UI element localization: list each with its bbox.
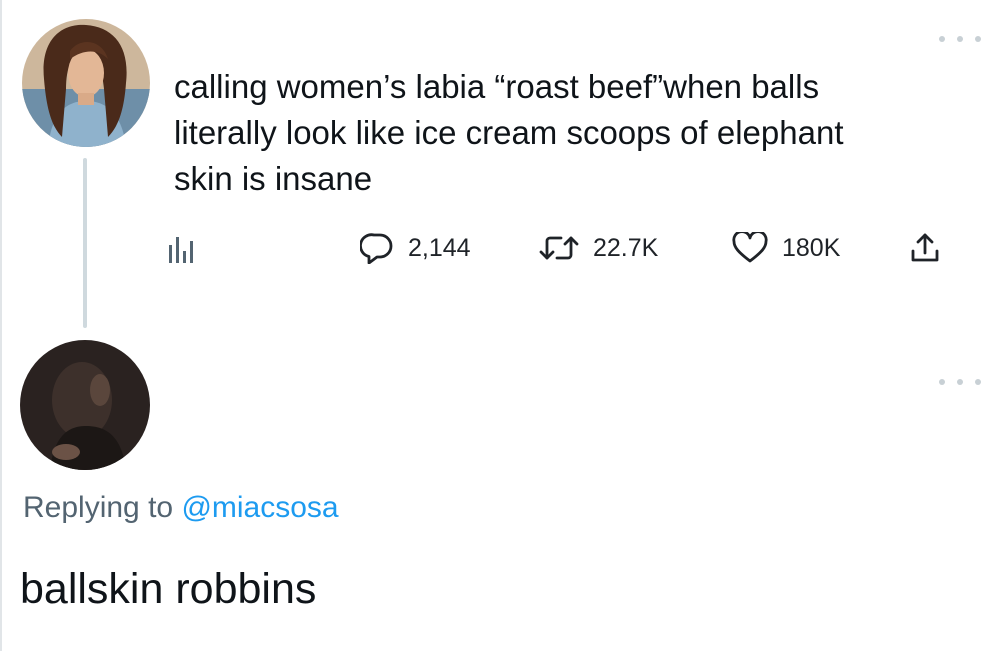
tweet-thread: calling women’s labia “roast beef”when b… [0, 0, 1001, 651]
thread-connector-line [83, 158, 87, 328]
reply-count: 2,144 [408, 233, 471, 262]
retweet-icon [539, 236, 579, 260]
tweet-text: calling women’s labia “roast beef”when b… [174, 68, 844, 197]
edge-divider [0, 0, 2, 651]
replying-prefix: Replying to [23, 491, 174, 524]
like-count: 180K [782, 233, 841, 262]
replying-to-line: Replying to @miacsosa [23, 491, 339, 525]
more-dot [975, 36, 981, 42]
analytics-icon [169, 237, 193, 263]
share-button[interactable] [909, 228, 941, 268]
avatar-photo [20, 340, 150, 470]
more-dot [939, 36, 945, 42]
replying-handle-link[interactable]: @miacsosa [181, 491, 338, 524]
share-icon [911, 233, 939, 262]
more-dot [957, 379, 963, 385]
retweet-count: 22.7K [593, 233, 659, 262]
like-button[interactable]: 180K [732, 228, 840, 268]
retweet-button[interactable]: 22.7K [539, 228, 658, 268]
more-options-icon[interactable] [939, 29, 981, 49]
avatar-replier[interactable] [20, 340, 150, 470]
more-dot [975, 379, 981, 385]
more-dot [939, 379, 945, 385]
tweet-actions-bar: 2,144 22.7K 180K [168, 228, 968, 268]
reply-text: ballskin robbins [20, 565, 317, 613]
reply-button[interactable]: 2,144 [360, 228, 471, 268]
more-dot [957, 36, 963, 42]
heart-icon [732, 232, 768, 263]
avatar-original-poster[interactable] [22, 19, 150, 147]
more-options-icon[interactable] [939, 372, 981, 392]
reply-icon [360, 233, 393, 264]
views-button[interactable] [168, 228, 194, 268]
avatar-photo [22, 19, 150, 147]
